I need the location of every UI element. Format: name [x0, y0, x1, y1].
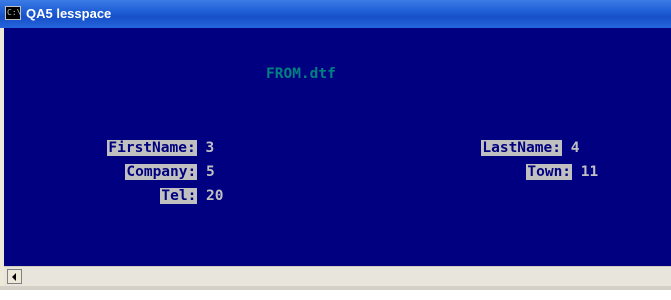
window-bottom-border: [0, 286, 671, 290]
scroll-left-arrow-icon[interactable]: [7, 269, 22, 284]
horizontal-scrollbar[interactable]: [4, 266, 671, 286]
field-label: Town:: [526, 164, 573, 180]
console-icon[interactable]: C:\: [5, 6, 21, 20]
field-value: 11: [580, 164, 599, 180]
field-value: 20: [206, 188, 224, 204]
title-bar[interactable]: C:\ QA5 lesspace: [0, 0, 671, 28]
file-heading: FROM.dtf: [266, 66, 336, 82]
window-title: QA5 lesspace: [26, 6, 112, 21]
console-area[interactable]: FROM.dtf FirstName: 3 Company: 5 Tel: 20…: [4, 28, 671, 266]
field-label: Tel:: [160, 188, 198, 204]
field-tel: Tel: 20: [108, 166, 224, 226]
field-town: Town: 11: [474, 142, 598, 202]
console-window: C:\ QA5 lesspace FROM.dtf FirstName: 3 C…: [0, 0, 671, 290]
